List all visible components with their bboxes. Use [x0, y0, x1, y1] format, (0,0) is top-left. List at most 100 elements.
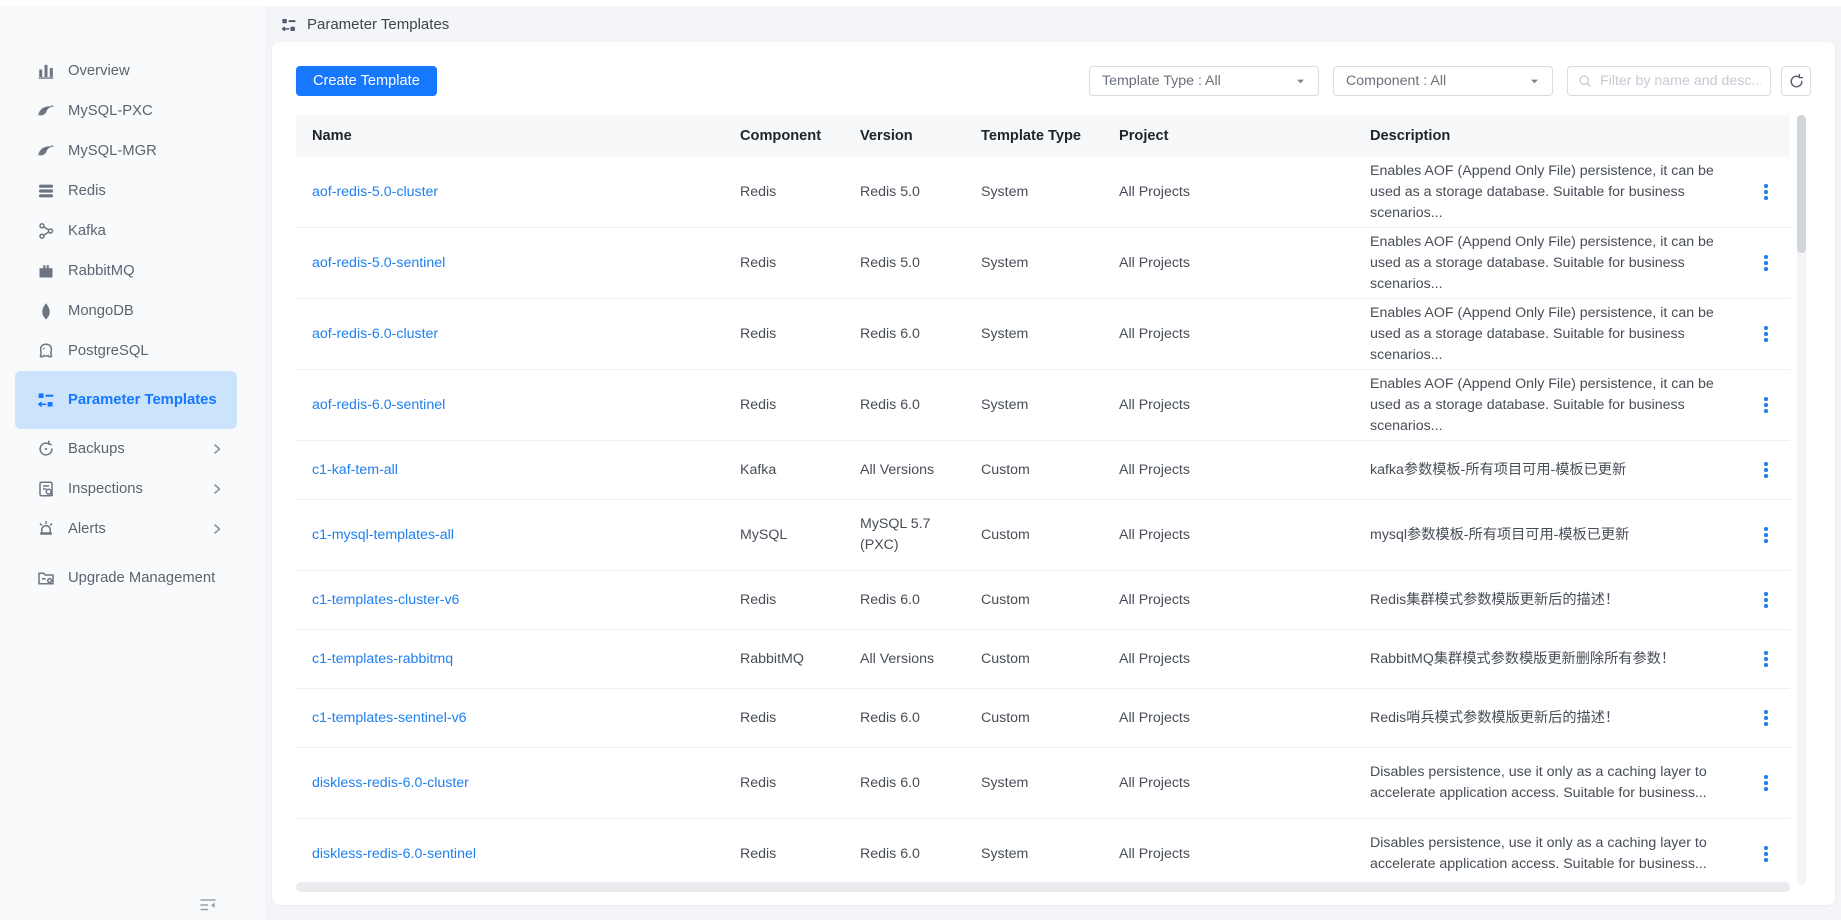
description-cell: Enables AOF (Append Only File) persisten…: [1370, 303, 1742, 366]
rabbitmq-icon: [36, 261, 56, 281]
vertical-scrollbar[interactable]: [1797, 115, 1806, 885]
mysql-icon: [36, 101, 56, 121]
template-name-link[interactable]: aof-redis-6.0-cluster: [312, 324, 438, 345]
component-cell: Redis: [740, 773, 860, 794]
template-type-filter[interactable]: Template Type : All: [1089, 66, 1319, 96]
row-actions-menu-icon[interactable]: [1760, 706, 1772, 730]
version-cell: Redis 6.0: [860, 773, 981, 794]
row-actions-menu-icon[interactable]: [1760, 842, 1772, 866]
table-row: aof-redis-6.0-cluster Redis Redis 6.0 Sy…: [296, 299, 1790, 370]
refresh-button[interactable]: [1781, 66, 1811, 96]
project-cell: All Projects: [1119, 525, 1370, 546]
search-input[interactable]: [1600, 73, 1761, 89]
project-cell: All Projects: [1119, 649, 1370, 670]
row-actions-menu-icon[interactable]: [1760, 647, 1772, 671]
row-actions-menu-icon[interactable]: [1760, 251, 1772, 275]
row-actions-menu-icon[interactable]: [1760, 322, 1772, 346]
sidebar-item-parameter-templates[interactable]: Parameter Templates: [15, 371, 237, 429]
sidebar-item-backups[interactable]: Backups: [15, 429, 237, 469]
component-cell: Redis: [740, 708, 860, 729]
template-name-link[interactable]: diskless-redis-6.0-sentinel: [312, 844, 476, 865]
create-template-button[interactable]: Create Template: [296, 66, 437, 96]
sidebar-item-mongodb[interactable]: MongoDB: [15, 291, 237, 331]
caret-down-icon: [1529, 76, 1540, 87]
sidebar-item-alerts[interactable]: Alerts: [15, 509, 237, 549]
component-cell: Kafka: [740, 460, 860, 481]
component-cell: Redis: [740, 395, 860, 416]
template-type-cell: Custom: [981, 525, 1119, 546]
upgrade-management-icon: [36, 568, 56, 588]
project-cell: All Projects: [1119, 460, 1370, 481]
template-type-cell: System: [981, 253, 1119, 274]
sidebar-collapse-icon[interactable]: [196, 892, 220, 916]
version-cell: All Versions: [860, 649, 981, 670]
table-row: aof-redis-5.0-sentinel Redis Redis 5.0 S…: [296, 228, 1790, 299]
table-row: diskless-redis-6.0-sentinel Redis Redis …: [296, 819, 1790, 890]
sidebar-item-overview[interactable]: Overview: [15, 51, 237, 91]
component-cell: MySQL: [740, 525, 860, 546]
sidebar-item-rabbitmq[interactable]: RabbitMQ: [15, 251, 237, 291]
redis-icon: [36, 181, 56, 201]
sidebar-item-upgrade-management[interactable]: Upgrade Management: [15, 549, 237, 607]
row-actions-menu-icon[interactable]: [1760, 771, 1772, 795]
column-header: Component: [740, 115, 860, 157]
backups-icon: [36, 439, 56, 459]
component-cell: RabbitMQ: [740, 649, 860, 670]
sidebar-item-inspections[interactable]: Inspections: [15, 469, 237, 509]
sidebar-item-postgresql[interactable]: PostgreSQL: [15, 331, 237, 371]
table-row: c1-kaf-tem-all Kafka All Versions Custom…: [296, 441, 1790, 500]
template-type-cell: Custom: [981, 649, 1119, 670]
row-actions-menu-icon[interactable]: [1760, 588, 1772, 612]
template-name-link[interactable]: c1-templates-cluster-v6: [312, 590, 459, 611]
chevron-right-icon: [209, 521, 225, 537]
sidebar-item-kafka[interactable]: Kafka: [15, 211, 237, 251]
row-actions-menu-icon[interactable]: [1760, 458, 1772, 482]
template-name-link[interactable]: aof-redis-5.0-cluster: [312, 182, 438, 203]
template-type-cell: System: [981, 844, 1119, 865]
project-cell: All Projects: [1119, 182, 1370, 203]
sidebar-item-mysql-mgr[interactable]: MySQL-MGR: [15, 131, 237, 171]
template-name-link[interactable]: aof-redis-6.0-sentinel: [312, 395, 445, 416]
refresh-icon: [1788, 73, 1805, 90]
template-name-link[interactable]: diskless-redis-6.0-cluster: [312, 773, 469, 794]
content-card: Create Template Template Type : All Comp…: [272, 42, 1835, 905]
table-body: aof-redis-5.0-cluster Redis Redis 5.0 Sy…: [296, 157, 1790, 890]
template-name-link[interactable]: c1-kaf-tem-all: [312, 460, 398, 481]
row-actions-menu-icon[interactable]: [1760, 523, 1772, 547]
sidebar-item-mysql-pxc[interactable]: MySQL-PXC: [15, 91, 237, 131]
overview-bar-chart-icon: [36, 61, 56, 81]
template-type-cell: Custom: [981, 460, 1119, 481]
main-area: Parameter Templates Create Template Temp…: [265, 6, 1841, 920]
chevron-right-icon: [209, 441, 225, 457]
version-cell: Redis 6.0: [860, 590, 981, 611]
sidebar-item-redis[interactable]: Redis: [15, 171, 237, 211]
horizontal-scrollbar[interactable]: [296, 882, 1790, 892]
scrollbar-thumb[interactable]: [1797, 115, 1806, 253]
project-cell: All Projects: [1119, 844, 1370, 865]
project-cell: All Projects: [1119, 708, 1370, 729]
component-cell: Redis: [740, 590, 860, 611]
project-cell: All Projects: [1119, 324, 1370, 345]
template-type-cell: System: [981, 773, 1119, 794]
table-row: aof-redis-6.0-sentinel Redis Redis 6.0 S…: [296, 370, 1790, 441]
version-cell: Redis 6.0: [860, 708, 981, 729]
template-type-cell: System: [981, 324, 1119, 345]
template-name-link[interactable]: c1-templates-sentinel-v6: [312, 708, 467, 729]
sidebar: Overview MySQL-PXC MySQL-MGR Redis Kafka…: [0, 6, 265, 920]
template-name-link[interactable]: c1-mysql-templates-all: [312, 525, 454, 546]
template-name-link[interactable]: aof-redis-5.0-sentinel: [312, 253, 445, 274]
column-header: Name: [296, 115, 740, 157]
row-actions-menu-icon[interactable]: [1760, 180, 1772, 204]
component-cell: Redis: [740, 253, 860, 274]
project-cell: All Projects: [1119, 253, 1370, 274]
template-name-link[interactable]: c1-templates-rabbitmq: [312, 649, 453, 670]
component-filter[interactable]: Component : All: [1333, 66, 1553, 96]
description-cell: Redis哨兵模式参数模版更新后的描述！: [1370, 708, 1742, 729]
table-header-row: NameComponentVersionTemplate TypeProject…: [296, 115, 1790, 157]
table-row: c1-templates-rabbitmq RabbitMQ All Versi…: [296, 630, 1790, 689]
row-actions-menu-icon[interactable]: [1760, 393, 1772, 417]
description-cell: mysql参数模板-所有项目可用-模板已更新: [1370, 525, 1742, 546]
description-cell: RabbitMQ集群模式参数模版更新删除所有参数！: [1370, 649, 1742, 670]
table-row: c1-templates-sentinel-v6 Redis Redis 6.0…: [296, 689, 1790, 748]
version-cell: Redis 6.0: [860, 324, 981, 345]
